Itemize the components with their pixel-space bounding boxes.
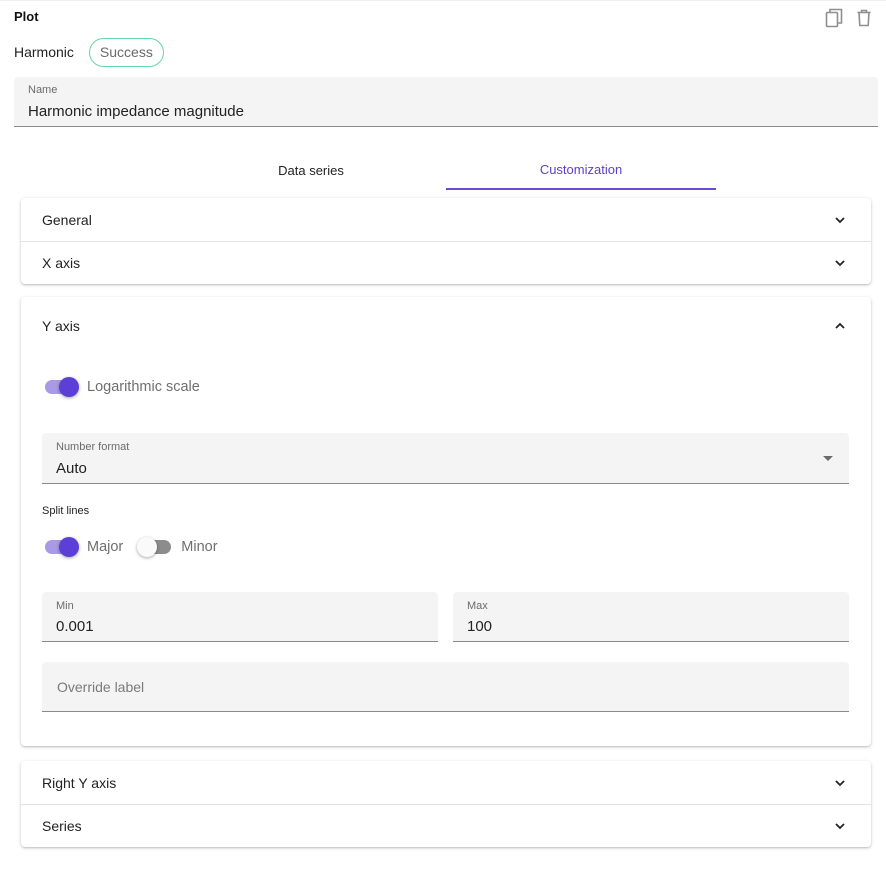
status-badge: Success <box>88 37 164 67</box>
section-y-axis-label: Y axis <box>42 318 80 334</box>
accordion-general-xaxis: General X axis <box>21 198 871 284</box>
section-series-label: Series <box>42 818 82 834</box>
minor-label: Minor <box>181 539 218 555</box>
name-field-label: Name <box>28 84 58 96</box>
trash-icon[interactable] <box>854 8 874 28</box>
copy-icon[interactable] <box>824 8 844 28</box>
section-y-axis[interactable]: Y axis <box>21 297 871 355</box>
chevron-up-icon <box>835 322 845 329</box>
major-toggle[interactable] <box>43 537 79 557</box>
plot-type-label: Harmonic <box>14 44 74 60</box>
logarithmic-scale-label: Logarithmic scale <box>87 379 200 395</box>
min-field[interactable]: Min 0.001 <box>42 592 438 642</box>
section-general[interactable]: General <box>21 198 871 241</box>
override-label-placeholder: Override label <box>57 679 145 695</box>
chevron-down-icon <box>835 823 845 830</box>
tab-bar: Data series Customization <box>176 150 716 190</box>
dropdown-arrow-icon[interactable] <box>823 456 833 461</box>
split-lines-label: Split lines <box>42 505 90 517</box>
chevron-down-icon <box>835 260 845 267</box>
tab-customization[interactable]: Customization <box>446 150 716 190</box>
plot-header: Plot <box>14 8 874 28</box>
section-x-axis-label: X axis <box>42 255 81 271</box>
toggle-thumb <box>137 537 158 557</box>
logarithmic-scale-row: Logarithmic scale <box>43 377 200 397</box>
chevron-down-icon <box>835 779 845 786</box>
page-title: Plot <box>14 9 39 24</box>
section-series[interactable]: Series <box>21 804 871 847</box>
name-field[interactable]: Name Harmonic impedance magnitude <box>14 77 878 127</box>
number-format-label: Number format <box>56 441 130 453</box>
min-field-value[interactable]: 0.001 <box>56 618 94 635</box>
number-format-select[interactable]: Number format Auto <box>42 433 849 484</box>
logarithmic-scale-toggle[interactable] <box>43 377 79 397</box>
major-label: Major <box>87 539 124 555</box>
name-field-value[interactable]: Harmonic impedance magnitude <box>28 103 244 120</box>
max-field[interactable]: Max 100 <box>453 592 849 642</box>
section-right-y-axis[interactable]: Right Y axis <box>21 761 871 804</box>
plot-type-row: Harmonic Success <box>14 37 164 67</box>
chevron-down-icon <box>835 216 845 223</box>
section-general-label: General <box>42 211 92 228</box>
max-field-label: Max <box>467 600 488 612</box>
override-label-field[interactable]: Override label <box>42 662 849 712</box>
split-lines-row: Major Minor <box>43 537 218 557</box>
number-format-value: Auto <box>56 460 87 477</box>
min-field-label: Min <box>56 600 74 612</box>
toggle-thumb <box>59 537 79 557</box>
top-divider <box>0 0 886 1</box>
section-x-axis[interactable]: X axis <box>21 241 871 284</box>
tab-data-series[interactable]: Data series <box>176 150 446 190</box>
accordion-right-y-series: Right Y axis Series <box>21 761 871 847</box>
accordion-y-axis: Y axis Logarithmic scale Number format A… <box>21 297 871 746</box>
max-field-value[interactable]: 100 <box>467 618 492 635</box>
minor-toggle[interactable] <box>137 537 173 557</box>
section-right-y-axis-label: Right Y axis <box>42 774 117 791</box>
toggle-thumb <box>59 377 79 397</box>
